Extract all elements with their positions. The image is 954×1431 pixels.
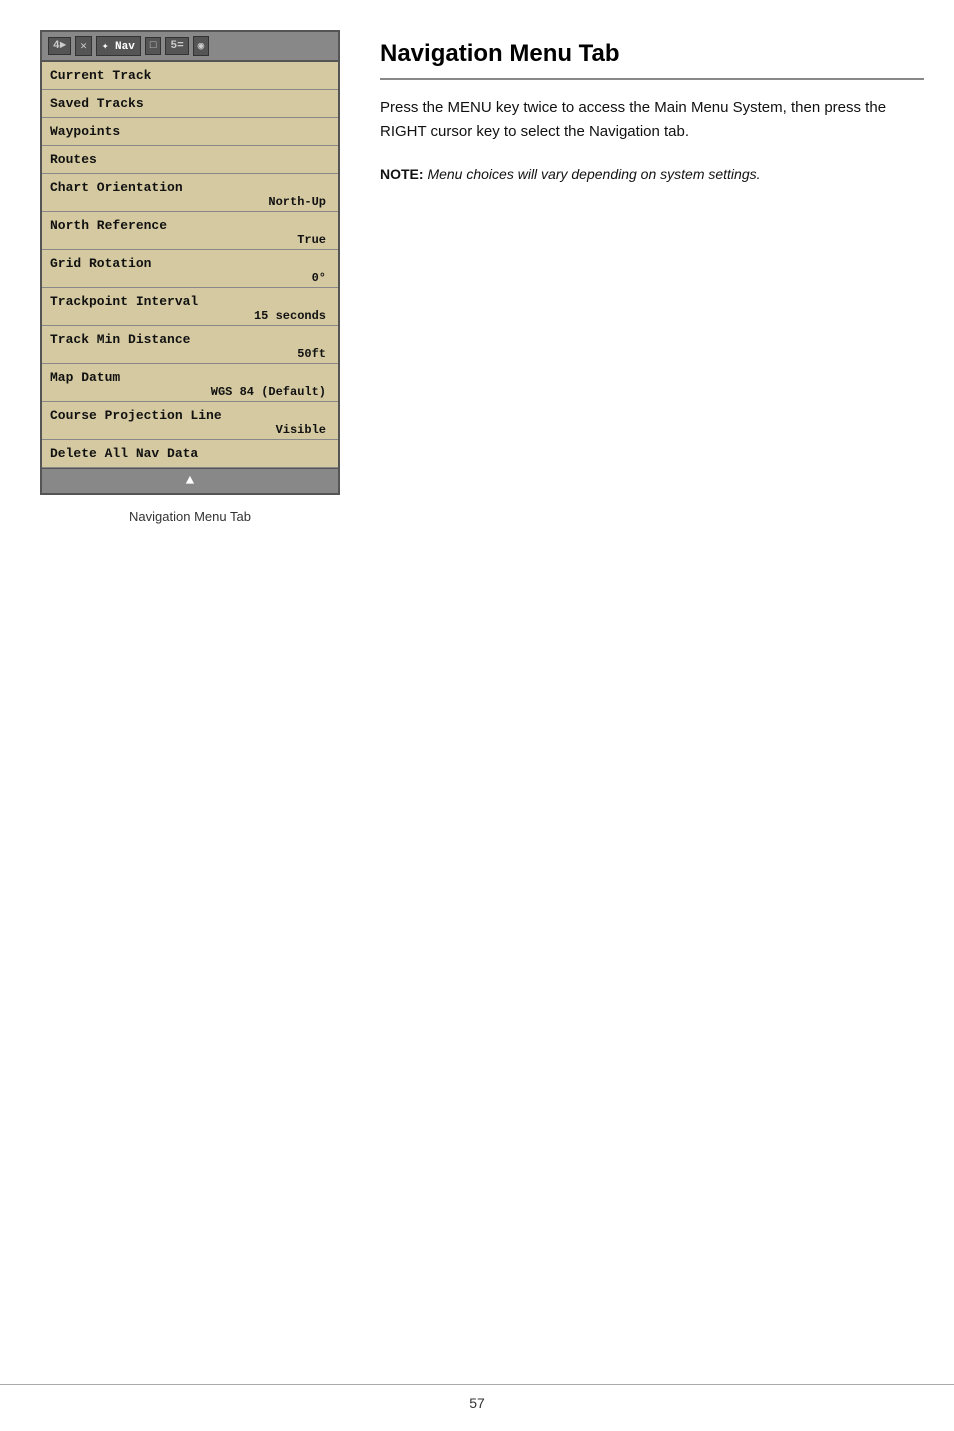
menu-item-label: Routes (50, 152, 330, 167)
toolbar-icon-5: ◉ (193, 36, 210, 56)
menu-item-current-track[interactable]: Current Track (42, 62, 338, 90)
menu-item-value: 50ft (50, 347, 330, 361)
doc-note-label: NOTE: (380, 166, 424, 182)
menu-item-routes[interactable]: Routes (42, 146, 338, 174)
toolbar-icon-1: 4► (48, 37, 71, 55)
menu-item-label: Delete All Nav Data (50, 446, 330, 461)
menu-item-value: WGS 84 (Default) (50, 385, 330, 399)
menu-item-label: Waypoints (50, 124, 330, 139)
left-panel: 4► ✕ ✦ Nav □ 5= ◉ Current Track Saved Tr… (30, 30, 350, 524)
toolbar-nav-label: ✦ Nav (96, 36, 141, 56)
menu-item-label: Chart Orientation (50, 180, 330, 195)
menu-item-track-min-distance[interactable]: Track Min Distance 50ft (42, 326, 338, 364)
scroll-up-icon: ▲ (186, 473, 194, 489)
menu-item-grid-rotation[interactable]: Grid Rotation 0° (42, 250, 338, 288)
device-toolbar: 4► ✕ ✦ Nav □ 5= ◉ (42, 32, 338, 62)
menu-item-chart-orientation[interactable]: Chart Orientation North-Up (42, 174, 338, 212)
menu-item-course-projection-line[interactable]: Course Projection Line Visible (42, 402, 338, 440)
right-panel: Navigation Menu Tab Press the MENU key t… (380, 30, 924, 524)
menu-item-value: North-Up (50, 195, 330, 209)
page-title: Navigation Menu Tab (380, 40, 924, 80)
menu-item-saved-tracks[interactable]: Saved Tracks (42, 90, 338, 118)
menu-item-value: 15 seconds (50, 309, 330, 323)
menu-item-label: Course Projection Line (50, 408, 330, 423)
menu-item-delete-all-nav-data[interactable]: Delete All Nav Data (42, 440, 338, 468)
menu-item-value: Visible (50, 423, 330, 437)
menu-item-label: North Reference (50, 218, 330, 233)
device-screen: 4► ✕ ✦ Nav □ 5= ◉ Current Track Saved Tr… (40, 30, 340, 495)
menu-item-label: Current Track (50, 68, 330, 83)
menu-item-label: Map Datum (50, 370, 330, 385)
menu-item-value: 0° (50, 271, 330, 285)
menu-item-label: Track Min Distance (50, 332, 330, 347)
doc-body-text: Press the MENU key twice to access the M… (380, 96, 924, 144)
toolbar-icon-3: □ (145, 37, 162, 55)
page-number: 57 (469, 1395, 485, 1411)
menu-item-map-datum[interactable]: Map Datum WGS 84 (Default) (42, 364, 338, 402)
doc-note: NOTE: Menu choices will vary depending o… (380, 164, 924, 185)
menu-item-label: Grid Rotation (50, 256, 330, 271)
toolbar-icon-2: ✕ (75, 36, 92, 56)
menu-item-north-reference[interactable]: North Reference True (42, 212, 338, 250)
menu-item-trackpoint-interval[interactable]: Trackpoint Interval 15 seconds (42, 288, 338, 326)
menu-item-label: Saved Tracks (50, 96, 330, 111)
device-footer: ▲ (42, 468, 338, 493)
menu-item-waypoints[interactable]: Waypoints (42, 118, 338, 146)
menu-item-label: Trackpoint Interval (50, 294, 330, 309)
device-caption: Navigation Menu Tab (129, 509, 251, 524)
page-footer: 57 (0, 1384, 954, 1411)
toolbar-icon-4: 5= (165, 37, 188, 55)
doc-note-text: Menu choices will vary depending on syst… (424, 166, 761, 182)
menu-item-value: True (50, 233, 330, 247)
